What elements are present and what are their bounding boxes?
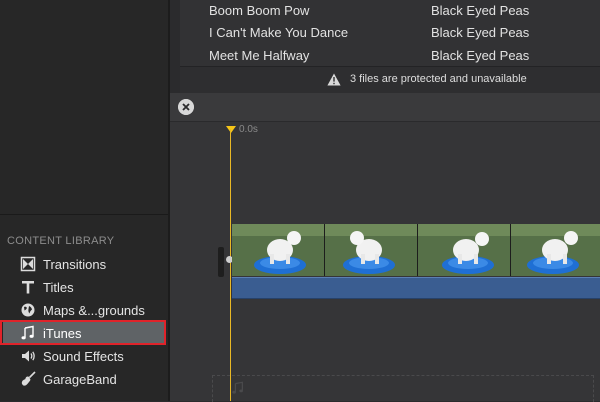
protected-notice-text: 3 files are protected and unavailable <box>350 73 527 85</box>
song-artist: Black Eyed Peas <box>431 25 530 40</box>
audio-waveform-track[interactable] <box>232 277 600 299</box>
transitions-icon <box>20 256 36 272</box>
speaker-icon <box>22 350 35 362</box>
library-item-label: GarageBand <box>43 372 117 387</box>
sidebar-divider <box>0 214 168 215</box>
library-item-garageband[interactable]: GarageBand <box>0 368 168 391</box>
song-list: Boom Boom Pow Black Eyed Peas I Can't Ma… <box>180 0 600 66</box>
selection-highlight-box <box>0 320 166 345</box>
song-row[interactable]: I Can't Make You Dance Black Eyed Peas <box>180 22 600 45</box>
song-artist: Black Eyed Peas <box>431 3 530 18</box>
library-item-titles[interactable]: Titles <box>0 276 168 299</box>
music-note-icon <box>232 381 243 394</box>
song-row[interactable]: Boom Boom Pow Black Eyed Peas <box>180 0 600 23</box>
playhead-time-label: 0.0s <box>239 124 258 135</box>
song-title: Boom Boom Pow <box>209 3 310 18</box>
library-item-label: Maps &...grounds <box>43 303 145 318</box>
library-item-maps-backgrounds[interactable]: Maps &...grounds <box>0 299 168 322</box>
library-item-label: Titles <box>43 280 74 295</box>
playhead-line[interactable] <box>230 129 231 401</box>
content-library-header: CONTENT LIBRARY <box>7 235 115 247</box>
song-title: I Can't Make You Dance <box>209 25 349 40</box>
playhead-marker[interactable] <box>226 126 236 133</box>
song-row[interactable]: Meet Me Halfway Black Eyed Peas <box>180 45 600 68</box>
clip-thumbnail <box>418 224 510 276</box>
clip-thumbnail <box>325 224 417 276</box>
protected-files-notice: 3 files are protected and unavailable <box>180 66 600 93</box>
library-item-sound-effects[interactable]: Sound Effects <box>0 345 168 368</box>
video-clip[interactable] <box>232 224 600 276</box>
library-item-transitions[interactable]: Transitions <box>0 253 168 276</box>
song-artist: Black Eyed Peas <box>431 48 530 63</box>
clip-thumbnail <box>511 224 600 276</box>
background-music-drop-zone[interactable] <box>212 375 594 402</box>
globe-icon <box>21 303 35 317</box>
clip-thumbnail <box>232 224 324 276</box>
timeline: 0.0s <box>170 93 600 402</box>
clip-trim-handle[interactable] <box>218 247 224 277</box>
timeline-header <box>170 93 600 122</box>
guitar-icon <box>21 371 36 386</box>
warning-icon <box>327 73 341 86</box>
song-title: Meet Me Halfway <box>209 48 310 63</box>
library-item-label: Transitions <box>43 257 107 272</box>
titles-icon <box>22 281 34 294</box>
sidebar: CONTENT LIBRARY Transitions Titles Maps … <box>0 0 168 401</box>
close-icon[interactable] <box>178 99 194 115</box>
library-item-label: Sound Effects <box>43 349 124 364</box>
